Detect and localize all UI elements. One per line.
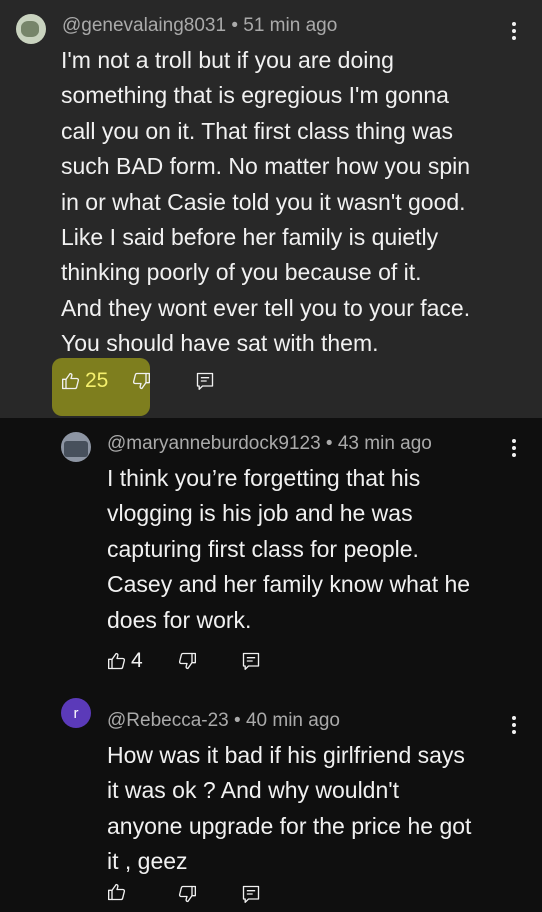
reply-button[interactable] bbox=[241, 884, 261, 904]
comment-line: You should have sat with them. bbox=[61, 330, 379, 357]
reply-comment-icon bbox=[242, 885, 260, 903]
comment: @maryanneburdock9123 • 43 min ago I thin… bbox=[0, 418, 542, 686]
reply-comment-icon bbox=[242, 652, 260, 670]
comment-author[interactable]: @Rebecca-23 bbox=[107, 710, 229, 731]
reply-button[interactable] bbox=[195, 371, 215, 391]
comment-line: How was it bad if his girlfriend says bbox=[107, 742, 465, 768]
comment-highlighted: @genevalaing8031 • 51 min ago I'm not a … bbox=[0, 0, 542, 418]
thumbs-up-icon bbox=[62, 372, 80, 390]
thumbs-down-icon bbox=[178, 652, 196, 670]
dislike-button[interactable] bbox=[177, 884, 197, 904]
meta-separator: • bbox=[325, 433, 333, 454]
comment-line: I think you’re forgetting that his bbox=[107, 465, 421, 491]
comment-meta: @genevalaing8031 • 51 min ago bbox=[62, 15, 337, 37]
comment-author[interactable]: @maryanneburdock9123 bbox=[107, 433, 321, 454]
like-button[interactable]: 4 bbox=[107, 649, 143, 673]
avatar[interactable] bbox=[61, 432, 91, 462]
comment-time: 43 min ago bbox=[337, 433, 432, 454]
comment-line: in or what Casie told you it wasn't good… bbox=[61, 188, 466, 215]
comment-line: does for work. bbox=[107, 606, 252, 633]
like-count: 25 bbox=[85, 369, 109, 392]
comment-text: I'm not a troll but if you are doing som… bbox=[61, 43, 531, 362]
avatar-letter: r bbox=[73, 704, 79, 722]
comment-line: thinking poorly of you because of it. bbox=[61, 259, 422, 286]
thumbs-down-icon bbox=[178, 885, 196, 903]
comment: r @Rebecca-23 • 40 min ago How was it ba… bbox=[0, 686, 542, 903]
more-vertical-icon[interactable] bbox=[512, 22, 516, 43]
comment-line: Like I said before her family is quietly bbox=[61, 224, 439, 251]
comment-line: it was ok ? And why wouldn't bbox=[107, 777, 400, 804]
more-vertical-icon[interactable] bbox=[512, 716, 516, 737]
comment-author[interactable]: @genevalaing8031 bbox=[62, 15, 226, 36]
thumbs-up-icon bbox=[108, 652, 126, 670]
comment-line: I'm not a troll but if you are doing bbox=[61, 47, 394, 73]
more-vertical-icon[interactable] bbox=[512, 439, 516, 460]
like-count: 4 bbox=[131, 649, 143, 672]
reply-comment-icon bbox=[196, 372, 214, 390]
comment-text: I think you’re forgetting that his vlogg… bbox=[107, 461, 527, 638]
dislike-button[interactable] bbox=[177, 651, 197, 671]
like-button[interactable] bbox=[107, 882, 131, 902]
dislike-button[interactable] bbox=[131, 371, 151, 391]
comment-line: capturing first class for people. bbox=[107, 535, 419, 562]
comment-time: 51 min ago bbox=[243, 15, 338, 36]
comment-text: How was it bad if his girlfriend says it… bbox=[107, 738, 527, 880]
meta-separator: • bbox=[234, 710, 241, 731]
comment-line: And they wont ever tell you to your face… bbox=[61, 294, 471, 321]
thumbs-down-icon bbox=[132, 372, 150, 390]
comment-meta: @Rebecca-23 • 40 min ago bbox=[107, 710, 340, 732]
comment-line: call you on it. That first class thing w… bbox=[61, 117, 454, 144]
avatar[interactable] bbox=[16, 14, 46, 44]
comment-line: anyone upgrade for the price he got bbox=[107, 812, 472, 839]
comment-line: such BAD form. No matter how you spin bbox=[61, 153, 471, 180]
thumbs-up-icon bbox=[108, 883, 126, 901]
avatar[interactable]: r bbox=[61, 698, 91, 728]
like-button[interactable]: 25 bbox=[61, 369, 108, 393]
comment-line: it , geez bbox=[107, 848, 188, 875]
comment-line: Casey and her family know what he bbox=[107, 571, 471, 598]
comment-meta: @maryanneburdock9123 • 43 min ago bbox=[107, 433, 432, 455]
comment-line: vlogging is his job and he was bbox=[107, 500, 413, 527]
reply-button[interactable] bbox=[241, 651, 261, 671]
comment-line: something that is egregious I'm gonna bbox=[61, 82, 449, 109]
meta-separator: • bbox=[231, 15, 238, 36]
comment-time: 40 min ago bbox=[245, 710, 340, 731]
